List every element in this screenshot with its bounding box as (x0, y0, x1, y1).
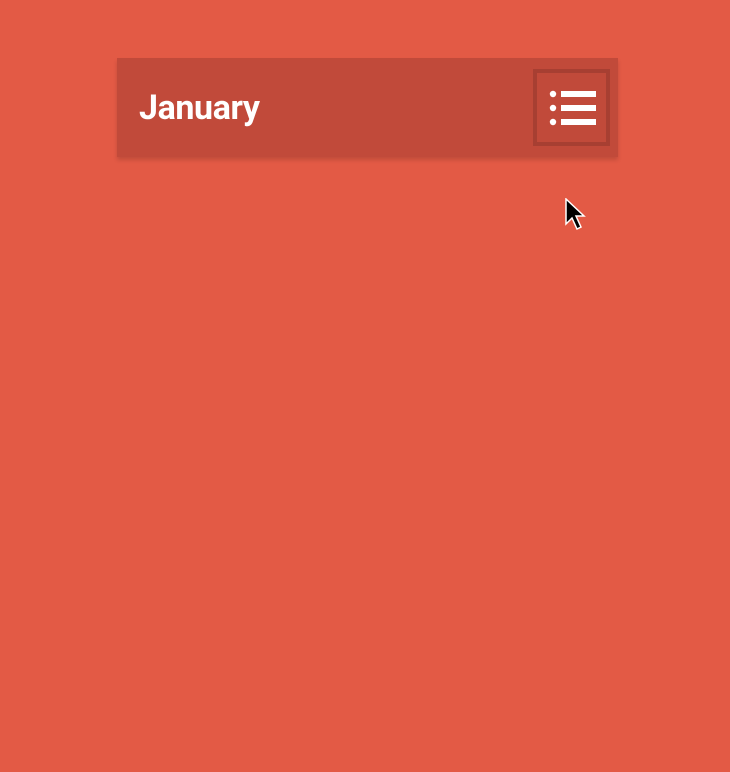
cursor-icon (565, 198, 589, 232)
list-menu-button[interactable] (533, 69, 610, 146)
list-menu-icon (548, 88, 596, 128)
header-title: January (139, 88, 260, 128)
header-bar: January (117, 58, 618, 157)
